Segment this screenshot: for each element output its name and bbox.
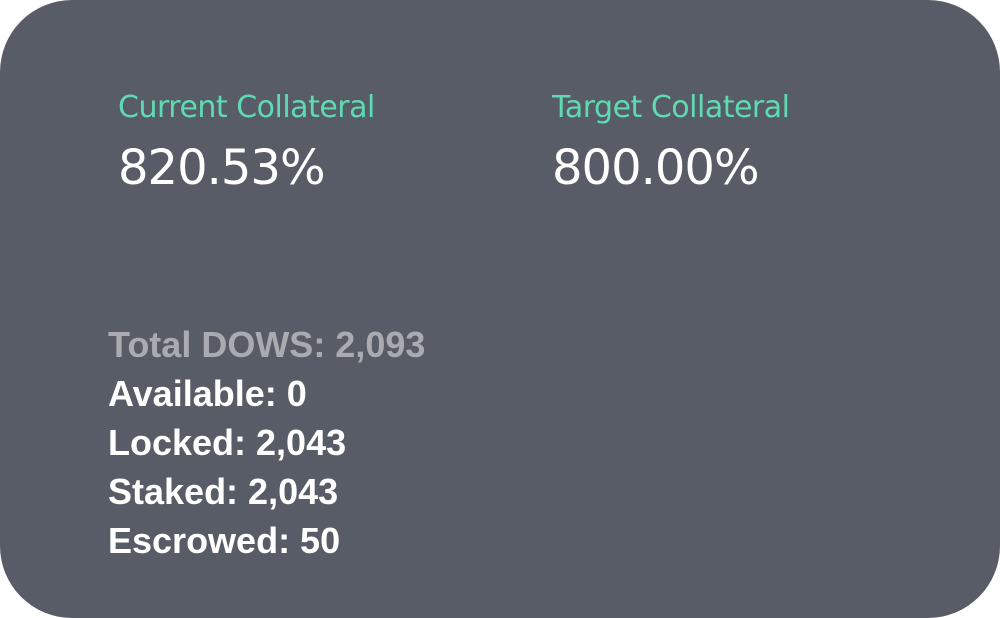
escrowed-balance: Escrowed: 50 [108,520,341,561]
balance-list: Total DOWS: 2,093 Available: 0 Locked: 2… [108,320,425,565]
current-collateral-block: Current Collateral 820.53% [118,88,375,198]
available-balance: Available: 0 [108,373,307,414]
target-collateral-block: Target Collateral 800.00% [552,88,790,198]
target-collateral-value: 800.00% [552,140,760,196]
total-dows: Total DOWS: 2,093 [108,324,426,365]
target-collateral-label: Target Collateral [552,90,790,125]
current-collateral-label: Current Collateral [118,90,375,125]
current-collateral-value: 820.53% [118,140,326,196]
locked-balance: Locked: 2,043 [108,422,347,463]
staked-balance: Staked: 2,043 [108,471,339,512]
collateral-card: Current Collateral 820.53% Target Collat… [0,0,1000,618]
